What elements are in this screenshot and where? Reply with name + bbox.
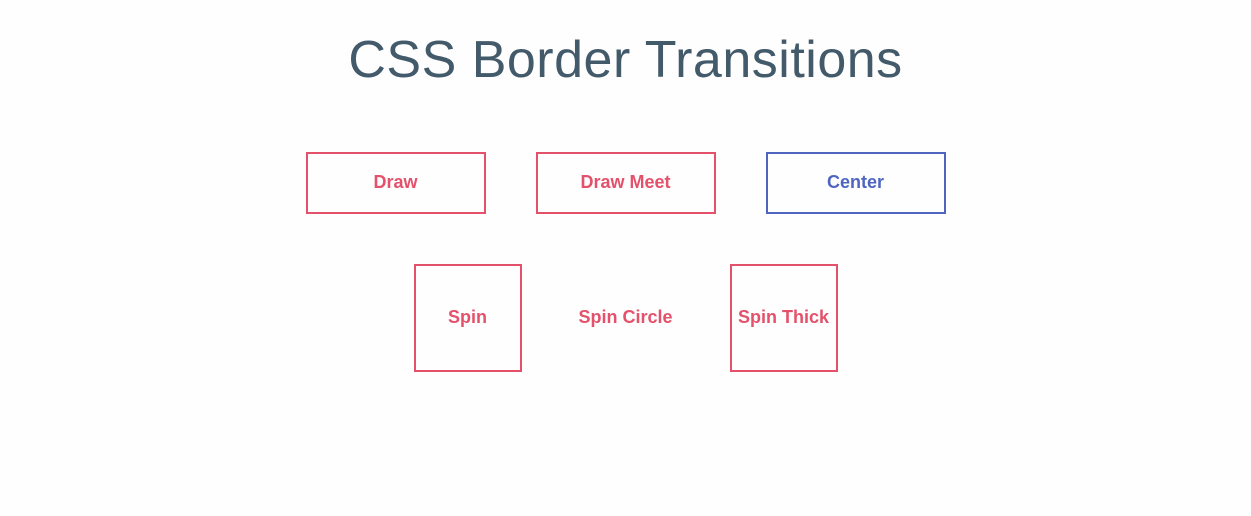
page-title: CSS Border Transitions	[0, 30, 1251, 90]
button-row-1: Draw Draw Meet Center	[0, 152, 1251, 214]
demo-container: CSS Border Transitions Draw Draw Meet Ce…	[0, 0, 1251, 372]
button-row-2: Spin Spin Circle Spin Thick	[0, 264, 1251, 372]
spin-circle-button[interactable]: Spin Circle	[572, 264, 680, 372]
center-button[interactable]: Center	[766, 152, 946, 214]
spin-thick-button[interactable]: Spin Thick	[730, 264, 838, 372]
draw-meet-button[interactable]: Draw Meet	[536, 152, 716, 214]
draw-button[interactable]: Draw	[306, 152, 486, 214]
spin-button[interactable]: Spin	[414, 264, 522, 372]
